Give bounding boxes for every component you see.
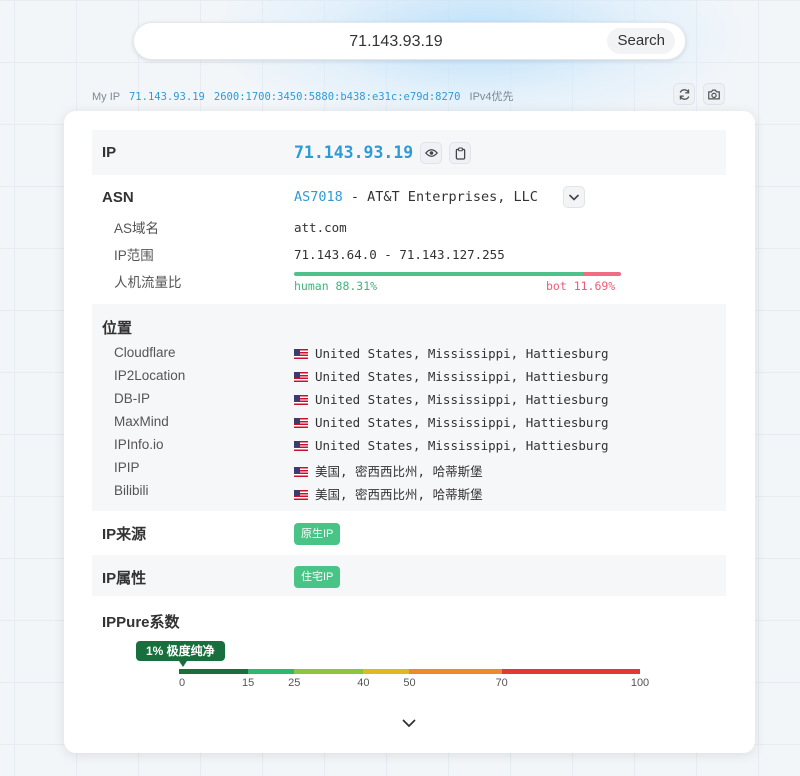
- location-text: United States, Mississippi, Hattiesburg: [315, 346, 609, 361]
- location-text: 美国, 密西西比州, 哈蒂斯堡: [315, 464, 483, 479]
- as-domain-label: AS域名: [114, 221, 160, 236]
- toggle-visibility-button[interactable]: [420, 142, 442, 164]
- ippure-label: IPPure系数: [102, 614, 180, 631]
- clipboard-icon: [455, 146, 465, 160]
- ip-attribute-label: IP属性: [102, 570, 147, 587]
- location-source-value: United States, Mississippi, Hattiesburg: [294, 415, 609, 430]
- ippure-tick-label: 15: [242, 677, 255, 689]
- search-input[interactable]: [194, 23, 598, 61]
- location-source-label: Bilibili: [114, 483, 149, 498]
- location-source-value: United States, Mississippi, Hattiesburg: [294, 369, 609, 384]
- location-source-label: Cloudflare: [114, 345, 176, 360]
- location-source-value: 美国, 密西西比州, 哈蒂斯堡: [294, 484, 483, 503]
- ippure-scale: [179, 669, 640, 674]
- asn-number-link[interactable]: AS7018: [294, 189, 343, 205]
- ip-range-label: IP范围: [114, 248, 154, 263]
- location-text: United States, Mississippi, Hattiesburg: [315, 392, 609, 407]
- refresh-button[interactable]: [673, 83, 695, 105]
- traffic-ratio-label: 人机流量比: [114, 275, 182, 290]
- ippure-scale-segment: [409, 669, 502, 674]
- us-flag-icon: [294, 418, 308, 428]
- my-ipv6-link[interactable]: 2600:1700:3450:5880:b438:e31c:e79d:8270: [214, 91, 461, 103]
- location-text: United States, Mississippi, Hattiesburg: [315, 415, 609, 430]
- location-source-value: United States, Mississippi, Hattiesburg: [294, 392, 609, 407]
- us-flag-icon: [294, 441, 308, 451]
- ip-attribute-tag: 住宅IP: [294, 566, 341, 588]
- chevron-down-icon: [402, 719, 416, 728]
- bot-ratio-fill: [582, 272, 621, 276]
- eye-icon: [424, 149, 438, 157]
- us-flag-icon: [294, 467, 308, 477]
- location-text: United States, Mississippi, Hattiesburg: [315, 438, 609, 453]
- my-ipv4-link[interactable]: 71.143.93.19: [129, 91, 205, 103]
- ippure-scale-segment: [179, 669, 249, 674]
- ippure-scale-segment: [294, 669, 364, 674]
- ippure-scale-segment: [363, 669, 410, 674]
- asn-value: AS7018 - AT&T Enterprises, LLC: [294, 189, 538, 205]
- location-source-label: IPInfo.io: [114, 437, 164, 452]
- my-ip-row: My IP 71.143.93.19 2600:1700:3450:5880:b…: [92, 88, 514, 104]
- ip-preference: IPv4优先: [469, 91, 514, 103]
- location-text: 美国, 密西西比州, 哈蒂斯堡: [315, 487, 483, 502]
- ippure-tick-label: 0: [178, 677, 186, 689]
- us-flag-icon: [294, 372, 308, 382]
- ip-range-value: 71.143.64.0 - 71.143.127.255: [294, 247, 505, 262]
- location-source-value: United States, Mississippi, Hattiesburg: [294, 438, 609, 453]
- us-flag-icon: [294, 395, 308, 405]
- search-bar: Search: [133, 22, 686, 61]
- location-label: 位置: [102, 320, 133, 337]
- asn-expand-button[interactable]: [563, 186, 585, 208]
- chevron-down-icon: [569, 194, 579, 201]
- human-ratio-text: human 88.31%: [294, 279, 378, 293]
- ippure-tick-label: 70: [495, 677, 508, 689]
- my-ip-label: My IP: [92, 91, 120, 103]
- ip-info-card: IP 71.143.93.19 ASN AS7018 - AT&T Enterp…: [64, 111, 755, 753]
- asn-separator: -: [342, 189, 368, 205]
- ippure-scale-segment: [501, 669, 640, 674]
- copy-button[interactable]: [449, 142, 471, 164]
- refresh-icon: [679, 88, 689, 100]
- ippure-tick-label: 50: [403, 677, 416, 689]
- screenshot-button[interactable]: [703, 83, 725, 105]
- human-ratio-fill: [294, 272, 583, 276]
- asn-org: AT&T Enterprises, LLC: [367, 189, 538, 205]
- location-source-label: DB-IP: [114, 391, 151, 406]
- us-flag-icon: [294, 490, 308, 500]
- ippure-tick-label: 40: [357, 677, 370, 689]
- ip-attribute-band: [92, 555, 726, 596]
- expand-more-button[interactable]: [402, 715, 416, 733]
- ippure-tick-label: 100: [630, 677, 650, 689]
- as-domain-value: att.com: [294, 220, 347, 235]
- us-flag-icon: [294, 349, 308, 359]
- ip-source-tag: 原生IP: [294, 523, 341, 545]
- ip-source-label: IP来源: [102, 526, 147, 543]
- location-source-label: MaxMind: [114, 414, 169, 429]
- ippure-tick-label: 25: [288, 677, 301, 689]
- bot-ratio-text: bot 11.69%: [546, 279, 616, 293]
- ip-label: IP: [102, 144, 117, 161]
- search-button[interactable]: Search: [607, 28, 675, 54]
- location-text: United States, Mississippi, Hattiesburg: [315, 369, 609, 384]
- ip-value: 71.143.93.19: [294, 143, 414, 162]
- location-source-value: United States, Mississippi, Hattiesburg: [294, 346, 609, 361]
- ippure-score-pointer: [179, 661, 187, 667]
- asn-label: ASN: [102, 189, 134, 206]
- ippure-scale-segment: [248, 669, 295, 674]
- location-source-label: IP2Location: [114, 368, 186, 383]
- traffic-ratio-bar: [294, 272, 621, 276]
- camera-icon: [708, 89, 720, 99]
- location-source-label: IPIP: [114, 460, 140, 475]
- location-source-value: 美国, 密西西比州, 哈蒂斯堡: [294, 461, 483, 480]
- ippure-score-badge: 1% 极度纯净: [136, 641, 225, 661]
